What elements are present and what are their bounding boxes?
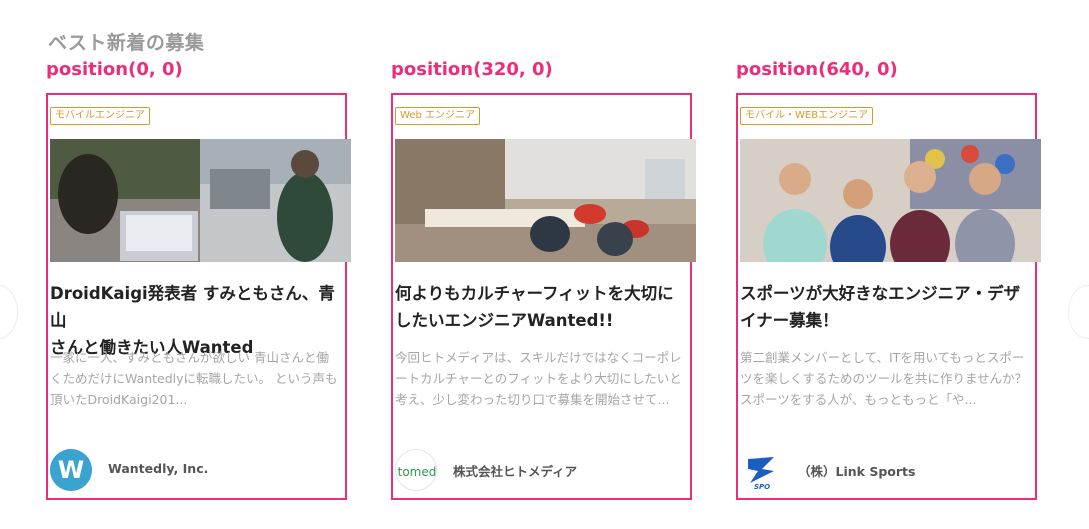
- carousel-next-button[interactable]: [1068, 285, 1089, 339]
- wantedly-w-icon: W: [50, 449, 92, 491]
- company-name: 株式会社ヒトメディア: [453, 464, 578, 479]
- job-card[interactable]: モバイル・WEBエンジニア スポーツが大好きなエンジニア・デザ イナー募集！ 第…: [736, 93, 1041, 500]
- company-name: Wantedly, Inc.: [108, 461, 209, 476]
- company-info[interactable]: SPO （株）Link Sports: [740, 449, 1036, 491]
- company-logo: SPO: [740, 449, 782, 491]
- job-photo: [50, 139, 351, 262]
- position-label: position(0, 0): [46, 59, 183, 80]
- company-info[interactable]: tomed 株式会社ヒトメディア: [395, 449, 691, 491]
- svg-text:tomed: tomed: [398, 465, 437, 479]
- job-title[interactable]: スポーツが大好きなエンジニア・デザ イナー募集！: [740, 280, 1036, 334]
- job-photo: [740, 139, 1041, 262]
- company-info[interactable]: W Wantedly, Inc.: [50, 449, 346, 491]
- job-card[interactable]: Web エンジニア 何よりもカルチャーフィットを大切に したいエンジニアWant…: [391, 93, 696, 500]
- carousel-prev-button[interactable]: [0, 285, 18, 339]
- svg-text:W: W: [58, 456, 84, 484]
- job-description: 今回ヒトメディアは、スキルだけではなくコーポレ ートカルチャーとのフィットをより…: [395, 350, 682, 407]
- job-card[interactable]: モバイルエンジニア DroidKaigi発表者 すみともさん、青山 さんと働きた…: [46, 93, 351, 500]
- company-logo: tomed: [395, 449, 437, 491]
- job-description: 第二創業メンバーとして、ITを用いてもっとスポー ツを楽しくするためのツールを共…: [740, 350, 1028, 407]
- section-title: ベスト新着の募集: [48, 32, 205, 54]
- job-tag: Web エンジニア: [395, 107, 480, 125]
- svg-text:SPO: SPO: [754, 483, 770, 491]
- job-tag: モバイルエンジニア: [50, 107, 150, 125]
- job-tag: モバイル・WEBエンジニア: [740, 107, 874, 125]
- company-name: （株）Link Sports: [798, 464, 916, 479]
- job-photo: [395, 139, 696, 262]
- job-title[interactable]: 何よりもカルチャーフィットを大切に したいエンジニアWanted!!: [395, 280, 691, 334]
- position-label: position(320, 0): [391, 59, 553, 80]
- job-description: 一家に一人、すみともさんが欲しい 青山さんと働 くためだけにWantedlyに転…: [50, 350, 338, 407]
- position-label: position(640, 0): [736, 59, 898, 80]
